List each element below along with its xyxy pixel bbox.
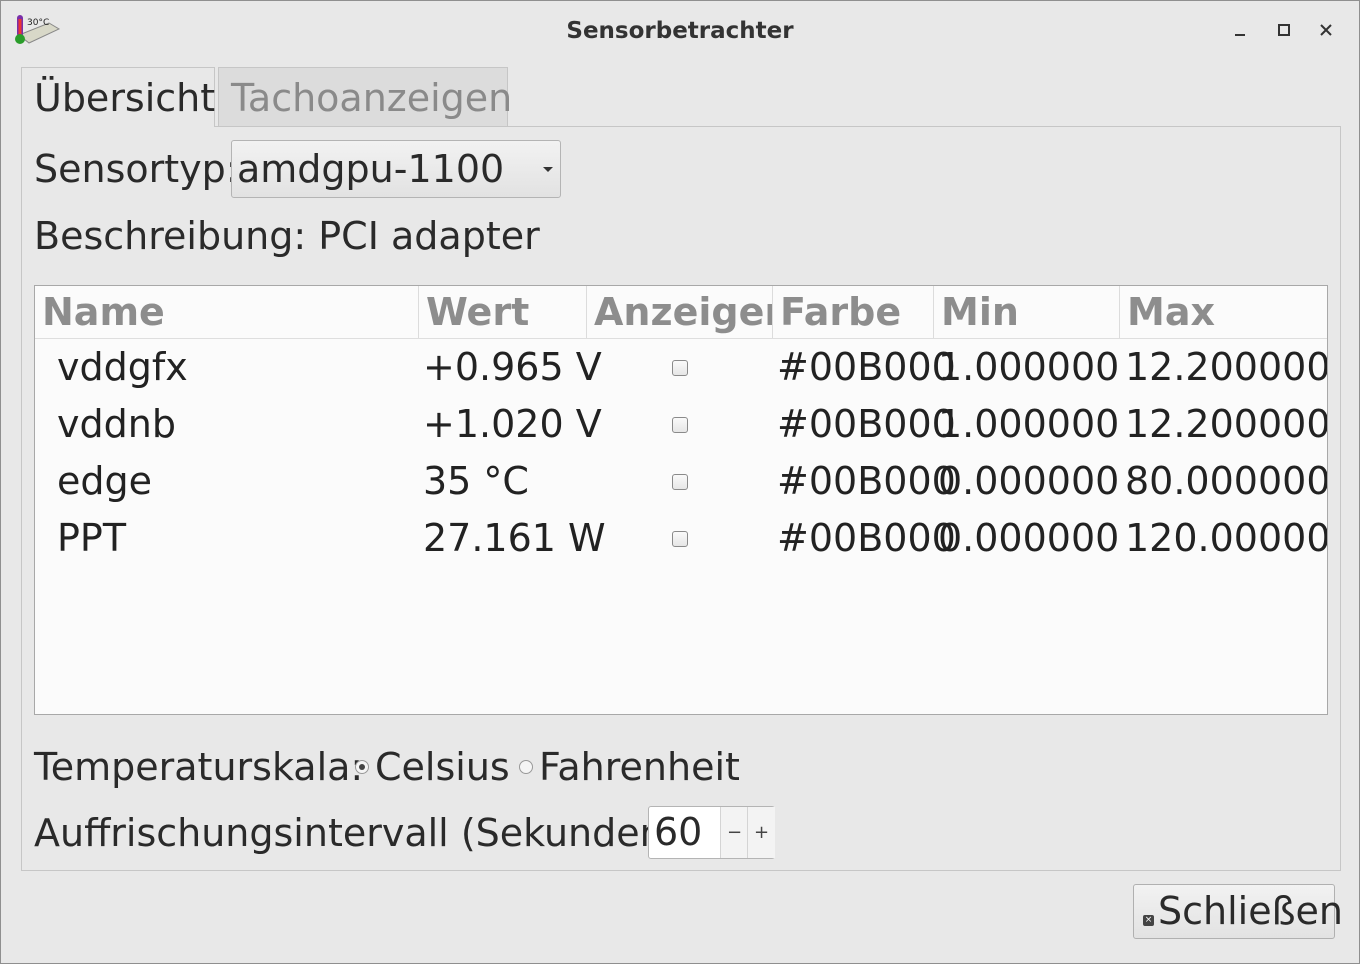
cell-max: 80.000000 [1125,459,1328,503]
cell-name: vddgfx [57,345,188,389]
cell-color: #00B000 [777,459,956,503]
increment-button[interactable]: + [747,807,775,858]
column-header-show[interactable]: Anzeigen [587,286,773,338]
cell-max: 120.000000 [1125,516,1327,560]
sensor-table[interactable]: Name Wert Anzeigen Farbe Min Max vddgfx … [34,285,1328,715]
table-row[interactable]: vddnb +1.020 V #00B000 1.000000 12.20000… [35,396,1327,453]
close-icon [1320,24,1332,36]
column-header-max[interactable]: Max [1120,286,1327,338]
sensor-type-label: Sensortyp: [34,147,239,191]
cell-min: 1.000000 [938,345,1120,389]
table-header: Name Wert Anzeigen Farbe Min Max [35,286,1327,339]
cell-value: +1.020 V [423,402,602,446]
tab-gauges[interactable]: Tachoanzeigen [218,67,512,126]
cell-color: #00B000 [777,402,956,446]
column-header-min[interactable]: Min [934,286,1120,338]
close-button-label: Schließen [1158,889,1343,933]
column-header-value[interactable]: Wert [419,286,587,338]
window-title: Sensorbetrachter [566,18,794,44]
celsius-label[interactable]: Celsius [375,745,510,789]
cell-value: 27.161 W [423,516,606,560]
cell-color: #00B000 [777,345,956,389]
cell-min: 1.000000 [938,402,1120,446]
close-window-button[interactable] [1309,13,1343,47]
show-checkbox[interactable] [672,531,688,547]
sensor-type-select[interactable]: amdgpu-1100 [231,140,561,198]
maximize-button[interactable] [1267,13,1301,47]
column-header-color[interactable]: Farbe [773,286,934,338]
table-row[interactable]: PPT 27.161 W #00B000 0.000000 120.000000 [35,510,1327,567]
refresh-interval-value[interactable]: 60 [654,807,702,858]
column-header-name[interactable]: Name [35,286,419,338]
show-checkbox[interactable] [672,474,688,490]
cell-min: 0.000000 [938,459,1120,503]
cell-value: 35 °C [423,459,529,503]
table-row[interactable]: vddgfx +0.965 V #00B000 1.000000 12.2000… [35,339,1327,396]
cell-min: 0.000000 [938,516,1120,560]
title-bar: 30°C Sensorbetrachter [1,1,1359,59]
celsius-radio[interactable] [355,760,369,774]
close-icon: × [1143,915,1154,926]
minimize-button[interactable] [1223,13,1257,47]
cell-name: edge [57,459,152,503]
maximize-icon [1278,24,1290,36]
cell-max: 12.200000 [1125,345,1328,389]
cell-max: 12.200000 [1125,402,1328,446]
decrement-button[interactable]: − [720,807,748,858]
sensor-viewer-window: 30°C Sensorbetrachter Übersicht Tachoanz… [0,0,1360,964]
cell-name: vddnb [57,402,176,446]
description-value: PCI adapter [318,214,540,258]
cell-value: +0.965 V [423,345,602,389]
temperature-scale-label: Temperaturskala: [34,745,364,789]
table-row[interactable]: edge 35 °C #00B000 0.000000 80.000000 [35,453,1327,510]
sensor-type-value: amdgpu-1100 [237,147,505,191]
fahrenheit-label[interactable]: Fahrenheit [539,745,740,789]
close-button[interactable]: × Schließen [1133,884,1343,939]
minimize-icon [1235,34,1245,36]
cell-color: #00B000 [777,516,956,560]
show-checkbox[interactable] [672,417,688,433]
fahrenheit-radio[interactable] [519,760,533,774]
chevron-down-icon [543,167,553,172]
description-label: Beschreibung: [34,214,307,258]
cell-name: PPT [57,516,127,560]
tab-overview[interactable]: Übersicht [21,67,215,127]
show-checkbox[interactable] [672,360,688,376]
description-line: Beschreibung: PCI adapter [34,214,540,258]
refresh-interval-label: Auffrischungsintervall (Sekunden): [34,811,692,855]
refresh-interval-spinbox[interactable]: 60 − + [648,806,775,859]
